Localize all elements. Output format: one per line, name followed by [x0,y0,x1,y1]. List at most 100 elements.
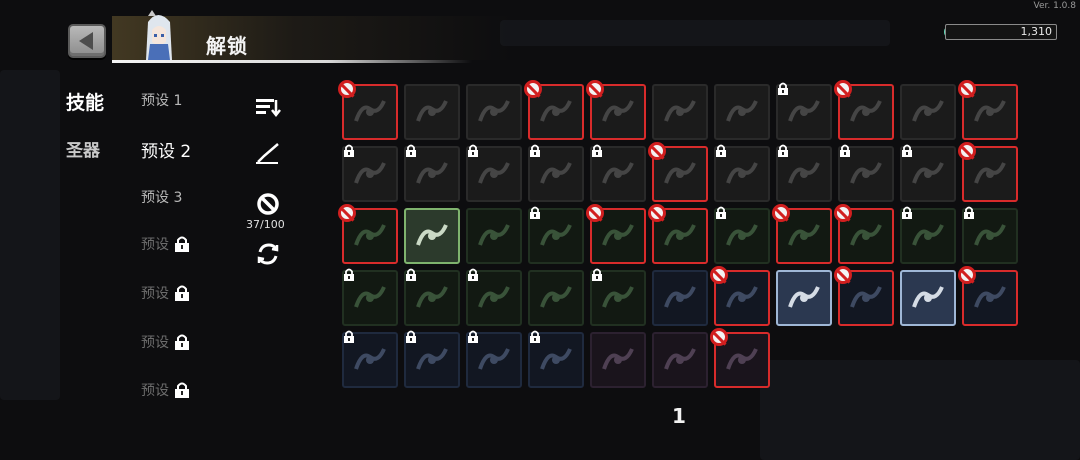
skill-icon [602,100,634,122]
ban-icon [648,204,666,222]
skill-icon [726,100,758,122]
preset-7-locked[interactable]: 预设 [141,380,191,400]
skill-slot[interactable] [466,144,522,202]
skill-slot[interactable] [772,204,832,264]
skill-slot[interactable] [338,204,398,264]
lock-icon [840,144,850,157]
skill-slot[interactable] [900,84,956,140]
skill-slot[interactable] [586,204,646,264]
back-button[interactable] [68,24,106,58]
ban-icon [958,80,976,98]
edit-button[interactable] [254,140,282,168]
skill-slot[interactable] [404,208,460,264]
lock-icon [406,268,416,281]
ban-icon [648,142,666,160]
skill-slot[interactable] [342,330,398,388]
skill-icon [602,224,634,246]
skill-slot[interactable] [900,206,956,264]
skill-slot[interactable] [404,144,460,202]
preset-label: 预设 2 [141,142,192,162]
skill-icon [850,100,882,122]
skill-slot[interactable] [528,270,584,326]
lock-icon [468,330,478,343]
skill-slot[interactable] [648,142,708,202]
skill-icon [788,224,820,246]
skill-slot[interactable] [466,84,522,140]
page-number: 1 [672,404,686,428]
skill-slot[interactable] [652,332,708,388]
skill-slot[interactable] [342,268,398,326]
skill-slot[interactable] [714,84,770,140]
skill-slot[interactable] [652,84,708,140]
ban-icon [772,204,790,222]
lock-icon [778,82,788,95]
skill-icon [416,162,448,184]
skill-slot[interactable] [466,208,522,264]
skill-slot[interactable] [714,206,770,264]
lock-icon [344,330,354,343]
lock-icon [468,144,478,157]
preset-6-locked[interactable]: 预设 [141,332,191,352]
skill-slot[interactable] [524,80,584,140]
skill-slot[interactable] [342,144,398,202]
skill-slot[interactable] [958,142,1018,202]
skill-slot[interactable] [776,270,832,326]
skill-slot[interactable] [590,268,646,326]
skill-icon [850,286,882,308]
preset-5-locked[interactable]: 预设 [141,283,191,303]
skill-slot[interactable] [900,270,956,326]
lock-icon [468,268,478,281]
lock-icon [175,382,189,398]
lock-icon [592,268,602,281]
sort-button[interactable] [254,93,282,121]
skill-icon [354,100,386,122]
preset-1[interactable]: 预设 1 [141,90,182,110]
skill-slot[interactable] [834,266,894,326]
page-title: 解锁 [206,34,248,58]
skill-slot[interactable] [838,144,894,202]
skill-slot[interactable] [590,144,646,202]
skill-slot[interactable] [710,266,770,326]
skill-slot[interactable] [528,144,584,202]
skill-slot[interactable] [338,80,398,140]
skill-slot[interactable] [466,330,522,388]
skill-slot[interactable] [834,204,894,264]
lock-icon [406,330,416,343]
skill-slot[interactable] [834,80,894,140]
skill-slot[interactable] [776,82,832,140]
skill-slot[interactable] [528,206,584,264]
preset-2[interactable]: 预设 2 [141,137,191,162]
preset-4-locked[interactable]: 预设 [141,234,191,254]
tab-skills[interactable]: 技能 [66,88,104,115]
skill-slot[interactable] [466,268,522,326]
ban-mode-button[interactable] [254,190,282,218]
skill-slot[interactable] [710,328,770,388]
tab-relics[interactable]: 圣器 [66,136,100,161]
skill-slot[interactable] [958,80,1018,140]
lock-icon [530,206,540,219]
skill-slot[interactable] [776,144,832,202]
skill-icon [602,348,634,370]
skill-slot[interactable] [586,80,646,140]
skill-icon [540,348,572,370]
skill-icon [478,224,510,246]
skill-slot[interactable] [900,144,956,202]
skill-slot[interactable] [528,330,584,388]
skill-slot[interactable] [958,266,1018,326]
version-label: Ver. 1.0.8 [1033,1,1077,11]
skill-icon [602,162,634,184]
skill-slot[interactable] [962,206,1018,264]
skill-slot[interactable] [714,144,770,202]
preset-3[interactable]: 预设 3 [141,187,182,207]
reset-button[interactable] [254,240,282,268]
skill-slot[interactable] [652,270,708,326]
skill-slot[interactable] [404,330,460,388]
skill-icon [664,348,696,370]
skill-slot[interactable] [404,84,460,140]
skill-icon [416,224,448,246]
skill-slot[interactable] [590,332,646,388]
skill-slot[interactable] [648,204,708,264]
skill-icon [354,162,386,184]
skill-slot[interactable] [404,268,460,326]
lock-icon [344,144,354,157]
